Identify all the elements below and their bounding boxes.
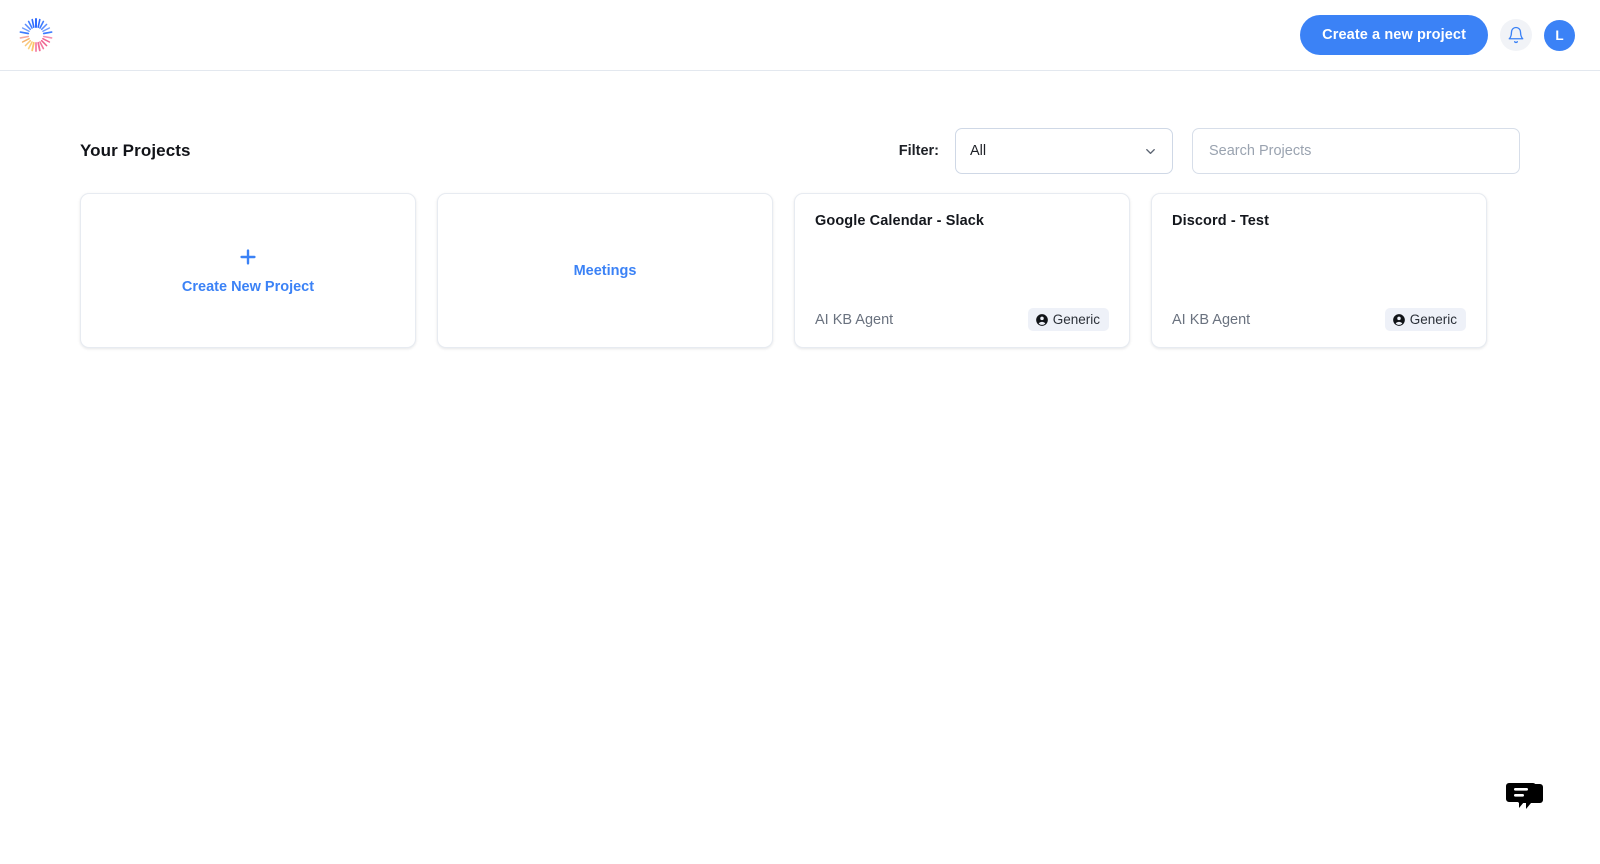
main-content: Your Projects Filter: All Create New Pro… [0,71,1600,348]
user-circle-icon [1035,313,1048,326]
chevron-down-icon [1146,148,1155,154]
notifications-button[interactable] [1500,19,1532,51]
chat-launcher-button[interactable] [1500,776,1546,818]
project-card-subtitle: AI KB Agent [815,311,894,328]
projects-grid: Create New Project Meetings Google Calen… [80,193,1520,348]
project-card[interactable]: Discord - Test AI KB Agent Generic [1151,193,1487,348]
user-avatar[interactable]: L [1544,19,1575,51]
project-card-title: Discord - Test [1172,213,1270,229]
search-input[interactable] [1192,128,1520,174]
project-card-badge-label: Generic [1052,312,1100,327]
bell-icon [1508,26,1524,44]
projects-toolbar: Your Projects Filter: All [80,127,1520,175]
toolbar-controls: Filter: All [899,128,1520,174]
plus-icon [237,246,259,272]
filter-label: Filter: [898,143,939,159]
project-card-badge: Generic [1384,308,1466,331]
filter-select-value: All [970,143,987,159]
create-new-project-label: Create New Project [181,279,315,295]
filter-select[interactable]: All [955,128,1173,174]
project-card-footer: AI KB Agent Generic [815,308,1109,331]
create-new-project-card[interactable]: Create New Project [80,193,416,348]
project-card-subtitle: AI KB Agent [1172,311,1251,328]
project-card-badge: Generic [1027,308,1109,331]
meetings-card[interactable]: Meetings [437,193,773,348]
create-new-project-button[interactable]: Create a new project [1300,15,1488,55]
radial-burst-logo-icon [19,18,53,52]
app-logo[interactable] [16,15,56,55]
page-title: Your Projects [80,141,191,160]
project-card-title: Google Calendar - Slack [815,213,985,229]
meetings-card-label: Meetings [573,262,637,279]
project-card-badge-label: Generic [1409,312,1457,327]
app-header: Create a new project L [0,0,1600,71]
project-card[interactable]: Google Calendar - Slack AI KB Agent Gene… [794,193,1130,348]
chat-bubbles-icon [1506,783,1543,809]
user-circle-icon [1392,313,1405,326]
project-card-footer: AI KB Agent Generic [1172,308,1466,331]
header-actions: Create a new project L [1300,15,1575,55]
